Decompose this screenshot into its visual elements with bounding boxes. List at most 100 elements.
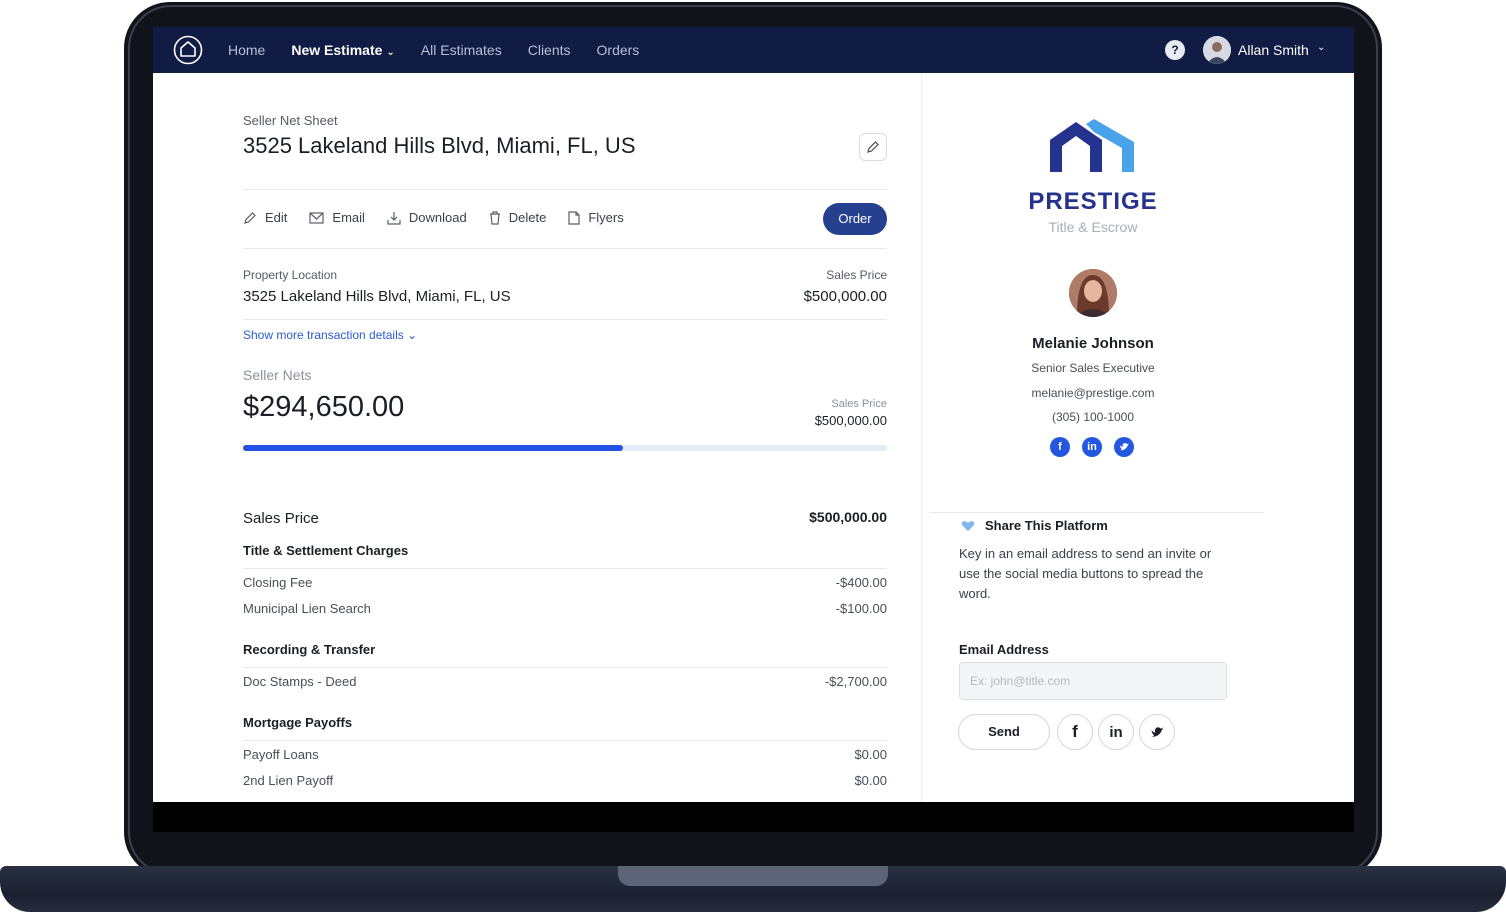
chevron-down-icon: ⌄ <box>407 328 418 342</box>
top-navbar: Home New Estimate ⌄ All Estimates Clients… <box>153 27 1354 73</box>
nav-orders[interactable]: Orders <box>597 42 640 58</box>
invite-email-input[interactable] <box>959 662 1227 700</box>
agent-portrait-icon <box>1069 269 1117 317</box>
edit-title-button[interactable] <box>859 133 887 161</box>
delete-button[interactable]: Delete <box>489 210 547 225</box>
share-description: Key in an email address to send an invit… <box>959 546 1212 601</box>
divider <box>243 189 887 190</box>
sales-price-value: $500,000.00 <box>803 288 887 305</box>
seller-nets-label: Seller Nets <box>243 367 312 383</box>
nets-sales-price-value: $500,000.00 <box>814 413 887 428</box>
twitter-icon <box>1151 726 1163 737</box>
line-item-amount: $0.00 <box>854 747 887 762</box>
nav-home[interactable]: Home <box>228 42 265 58</box>
company-name: PRESTIGE <box>1028 188 1158 215</box>
divider <box>243 667 887 668</box>
share-twitter-button[interactable] <box>1139 714 1175 750</box>
flyers-button[interactable]: Flyers <box>568 210 624 225</box>
agent-phone[interactable]: (305) 100-1000 <box>923 410 1263 424</box>
sheet-label: Seller Net Sheet <box>243 113 338 128</box>
envelope-icon <box>309 211 325 224</box>
line-item-label: Payoff Loans <box>243 747 319 762</box>
email-button[interactable]: Email <box>309 210 365 225</box>
document-icon <box>568 210 580 225</box>
section-title-settlement: Title & Settlement Charges <box>243 543 409 558</box>
line-item-amount: $0.00 <box>854 773 887 788</box>
divider <box>243 740 887 741</box>
trash-icon <box>489 210 500 225</box>
page-title: 3525 Lakeland Hills Blvd, Miami, FL, US <box>243 133 636 158</box>
user-menu-chevron-icon[interactable]: ⌄ <box>1317 42 1325 53</box>
company-subtitle: Title & Escrow <box>1048 219 1138 235</box>
line-item-label: Municipal Lien Search <box>243 601 371 616</box>
divider <box>243 568 887 569</box>
share-linkedin-button[interactable]: in <box>1098 714 1134 750</box>
heart-icon <box>961 520 975 531</box>
nav-new-estimate-label: New Estimate <box>291 42 383 58</box>
prestige-logo-icon <box>1050 119 1134 172</box>
action-toolbar: Edit Email Download Delete Flyers <box>243 210 624 225</box>
show-more-label: Show more transaction details <box>243 328 404 342</box>
pencil-icon <box>867 141 879 153</box>
linkedin-icon[interactable]: in <box>1082 437 1102 457</box>
nets-sales-price-label: Sales Price <box>831 398 887 410</box>
property-location-label: Property Location <box>243 268 338 282</box>
divider <box>929 512 1264 513</box>
divider <box>243 248 887 249</box>
line-item-amount: -$2,700.00 <box>824 674 887 689</box>
facebook-icon: f <box>1072 722 1078 741</box>
linkedin-icon: in <box>1109 723 1123 741</box>
flyers-label: Flyers <box>588 210 624 225</box>
nav-new-estimate[interactable]: New Estimate ⌄ <box>291 42 394 58</box>
section-recording-transfer: Recording & Transfer <box>243 642 376 657</box>
user-name[interactable]: Allan Smith <box>1238 42 1309 58</box>
divider <box>243 319 887 320</box>
avatar-person-icon <box>1203 36 1231 64</box>
send-invite-button[interactable]: Send <box>958 714 1050 750</box>
agent-avatar <box>1069 269 1117 317</box>
home-logo-icon[interactable] <box>173 35 203 65</box>
agent-name: Melanie Johnson <box>1032 335 1154 352</box>
section-mortgage-payoffs: Mortgage Payoffs <box>243 715 353 730</box>
laptop-notch <box>618 866 888 886</box>
download-icon <box>387 211 401 225</box>
nav-clients[interactable]: Clients <box>528 42 571 58</box>
twitter-bird-glyph <box>1119 443 1129 451</box>
download-label: Download <box>408 210 467 225</box>
edit-button[interactable]: Edit <box>243 210 287 225</box>
user-avatar[interactable] <box>1203 36 1231 64</box>
line-item-label: Doc Stamps - Deed <box>243 674 357 689</box>
nets-progress-bar <box>243 445 887 451</box>
app-screen: Home New Estimate ⌄ All Estimates Clients… <box>153 27 1354 802</box>
twitter-icon[interactable] <box>1114 437 1134 457</box>
screen-bezel <box>153 802 1354 832</box>
edit-label: Edit <box>265 210 288 225</box>
nav-all-estimates[interactable]: All Estimates <box>421 42 502 58</box>
agent-social-links: f in <box>1050 437 1134 457</box>
seller-nets-value: $294,650.00 <box>243 391 405 423</box>
delete-label: Delete <box>508 210 547 225</box>
share-facebook-button[interactable]: f <box>1057 714 1093 750</box>
breakdown-sales-price-heading: Sales Price <box>243 510 319 527</box>
show-more-details-link[interactable]: Show more transaction details ⌄ <box>243 328 417 342</box>
chevron-down-icon: ⌄ <box>386 47 395 58</box>
sales-price-label: Sales Price <box>826 268 887 282</box>
share-heading: Share This Platform <box>961 518 1108 533</box>
agent-title: Senior Sales Executive <box>1031 361 1155 375</box>
order-button[interactable]: Order <box>823 203 887 235</box>
download-button[interactable]: Download <box>387 210 467 225</box>
pencil-icon <box>244 211 256 224</box>
help-icon[interactable]: ? <box>1165 40 1185 60</box>
column-divider <box>921 73 922 802</box>
nav-links: Home New Estimate ⌄ All Estimates Clients… <box>228 27 639 73</box>
property-location-value: 3525 Lakeland Hills Blvd, Miami, FL, US <box>243 288 511 305</box>
nets-progress-fill <box>243 445 623 451</box>
breakdown-sales-price-amount: $500,000.00 <box>809 509 887 525</box>
agent-email[interactable]: melanie@prestige.com <box>923 386 1263 400</box>
email-label: Email <box>332 210 365 225</box>
share-heading-label: Share This Platform <box>985 518 1108 533</box>
line-item-amount: -$100.00 <box>835 601 887 616</box>
line-item-label: Closing Fee <box>243 575 313 590</box>
facebook-icon[interactable]: f <box>1050 437 1070 457</box>
email-address-label: Email Address <box>959 642 1049 657</box>
